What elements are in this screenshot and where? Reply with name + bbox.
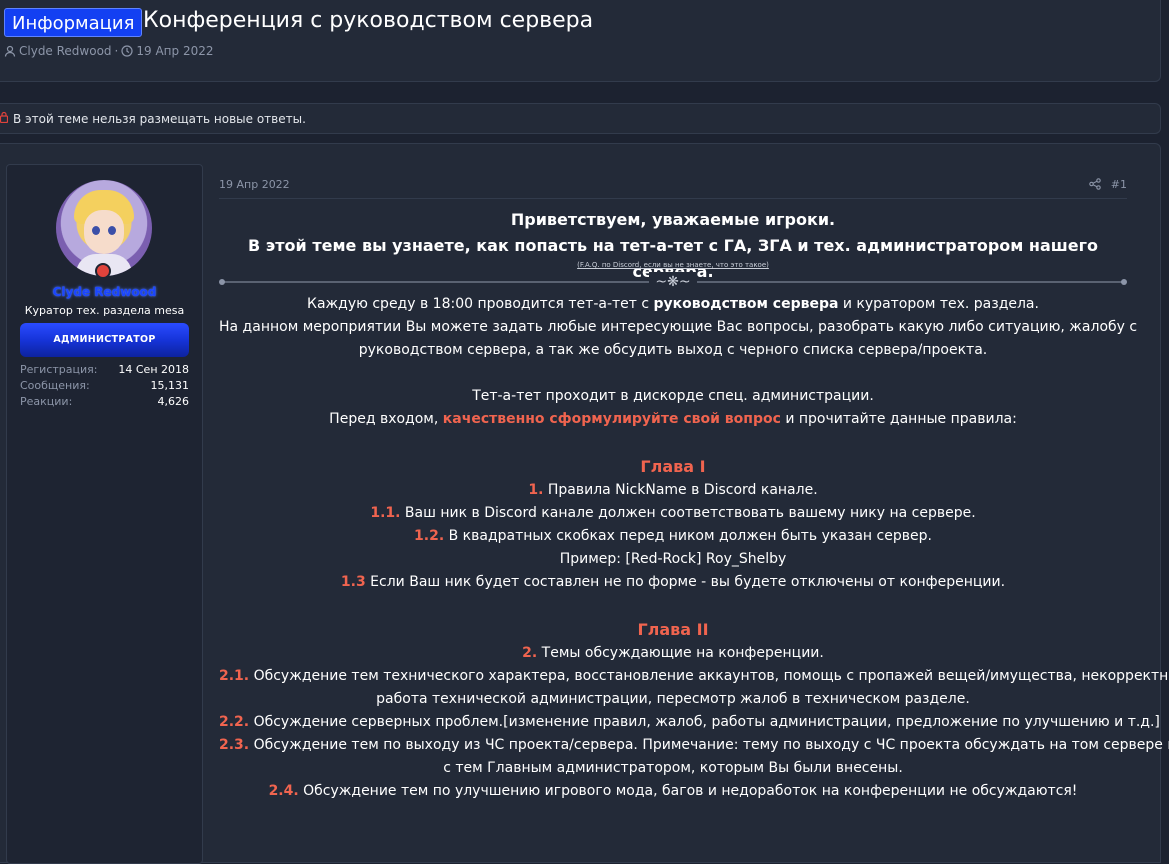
paragraph-line: Перед входом, качественно сформулируйте … xyxy=(329,411,1017,427)
locked-notice: В этой теме нельзя размещать новые ответ… xyxy=(0,103,1161,134)
user-stats: Регистрация: 14 Сен 2018 Сообщения: 15,1… xyxy=(20,362,189,410)
meta-separator: · xyxy=(114,44,119,58)
post-body: Приветствуем, уважаемые игроки. В этой т… xyxy=(219,207,1169,803)
rule-line: 2.3. Обсуждение тем по выходу из ЧС прое… xyxy=(219,737,1169,753)
thread-date[interactable]: 19 Апр 2022 xyxy=(136,44,213,58)
thread-header: Информация Конференция с руководством се… xyxy=(0,0,1161,82)
status-icon xyxy=(95,263,111,279)
lock-icon xyxy=(0,111,9,126)
locked-notice-text: В этой теме нельзя размещать новые ответ… xyxy=(13,111,306,126)
clock-icon xyxy=(121,45,133,57)
thread-author-link[interactable]: Clyde Redwood xyxy=(19,44,112,58)
stat-registration: Регистрация: 14 Сен 2018 xyxy=(20,362,189,378)
stat-label: Регистрация: xyxy=(20,363,98,376)
post-intro: В этой теме вы узнаете, как попасть на т… xyxy=(248,236,1098,281)
chapter-heading: Глава II xyxy=(637,620,709,639)
rule-line: 2.1. Обсуждение тем технического характе… xyxy=(219,668,1169,684)
post-user-cell: Clyde Redwood Куратор тех. раздела mesa … xyxy=(6,164,203,864)
user-icon xyxy=(4,45,16,57)
page-title: Конференция с руководством сервера xyxy=(143,8,594,33)
rule-line: 1.1. Ваш ник в Discord канале должен соо… xyxy=(370,505,976,521)
rule-line: 2.2. Обсуждение серверных проблем.[измен… xyxy=(219,714,1160,730)
ornament-icon: ~❋~ xyxy=(649,272,697,292)
stat-reactions: Реакции: 4,626 xyxy=(20,394,189,410)
post-date[interactable]: 19 Апр 2022 xyxy=(219,178,290,191)
stat-label: Сообщения: xyxy=(20,379,90,392)
thread-meta: Clyde Redwood · 19 Апр 2022 xyxy=(4,44,213,58)
user-title: Куратор тех. раздела mesa xyxy=(24,304,185,317)
rule-line: 1.3 Если Ваш ник будет составлен не по ф… xyxy=(340,574,1006,590)
rule-line: 1.2. В квадратных скобках перед ником до… xyxy=(414,528,932,544)
thread-prefix-badge[interactable]: Информация xyxy=(4,8,143,37)
ornament-divider: ~❋~ xyxy=(219,271,1127,293)
chapter-heading: Глава I xyxy=(640,457,706,476)
stat-value[interactable]: 15,131 xyxy=(151,378,190,394)
post-number-link[interactable]: #1 xyxy=(1111,178,1127,191)
rule-line: работа технической администрации, пересм… xyxy=(376,691,970,707)
stat-value: 14 Сен 2018 xyxy=(118,363,189,376)
rule-line: с тем Главным администратором, которым В… xyxy=(443,760,903,776)
paragraph-line: руководством сервера, а так же обсудить … xyxy=(358,342,988,358)
stat-label: Реакции: xyxy=(20,395,73,408)
stat-value: 4,626 xyxy=(157,395,190,408)
stat-messages: Сообщения: 15,131 xyxy=(20,378,189,394)
post-greeting: Приветствуем, уважаемые игроки. xyxy=(510,210,836,229)
rule-line: 1. Правила NickName в Discord канале. xyxy=(528,482,818,498)
rule-line: 2.4. Обсуждение тем по улучшению игровог… xyxy=(268,783,1078,799)
rule-line: Пример: [Red-Rock] Roy_Shelby xyxy=(559,551,787,567)
share-icon[interactable] xyxy=(1089,178,1101,193)
paragraph-line: На данном мероприятии Вы можете задать л… xyxy=(219,319,1138,335)
rule-line: 2. Темы обсуждающие на конференции. xyxy=(522,645,824,661)
post-header: 19 Апр 2022 #1 xyxy=(219,178,1127,198)
faq-link[interactable]: (F.A.Q. по Discord, если вы не знаете, ч… xyxy=(219,259,1127,271)
user-banner: АДМИНИСТРАТОР xyxy=(20,323,189,357)
post-header-divider xyxy=(219,198,1127,199)
paragraph-line: Тет-а-тет проходит в дискорде спец. адми… xyxy=(472,388,874,404)
avatar[interactable] xyxy=(56,180,152,276)
post-username[interactable]: Clyde Redwood xyxy=(7,285,202,299)
paragraph-line: Каждую среду в 18:00 проводится тет-а-те… xyxy=(307,296,1039,312)
